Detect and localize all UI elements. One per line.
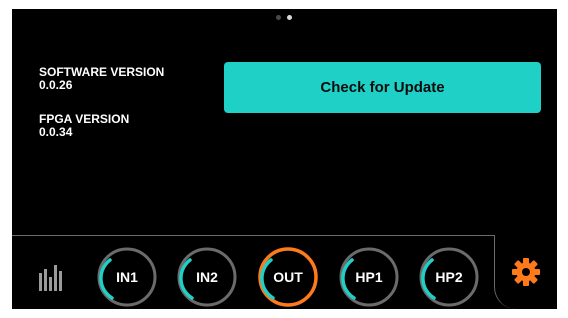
- knob-label-hp2: HP2: [435, 269, 463, 285]
- fpga-version-info: FPGA VERSION 0.0.34: [39, 113, 129, 139]
- knob-hp2[interactable]: HP2: [418, 246, 480, 308]
- knob-out[interactable]: OUT: [257, 246, 319, 308]
- knob-label-in1: IN1: [116, 269, 138, 285]
- settings-tab[interactable]: [494, 235, 557, 309]
- level-meter-button[interactable]: [38, 265, 66, 291]
- bottom-navigation-bar: IN1 IN2 OUT HP1 HP2: [12, 235, 557, 309]
- bottom-bar-divider: [12, 235, 494, 236]
- knob-in1[interactable]: IN1: [96, 246, 158, 308]
- knob-label-in2: IN2: [196, 269, 218, 285]
- page-dot-1[interactable]: [276, 15, 281, 20]
- software-version-value: 0.0.26: [39, 78, 73, 92]
- knob-label-hp1: HP1: [355, 269, 383, 285]
- software-version-info: SOFTWARE VERSION 0.0.26: [39, 66, 164, 92]
- page-dot-2[interactable]: [287, 15, 292, 20]
- fpga-version-value: 0.0.34: [39, 125, 73, 139]
- page-indicator: [276, 15, 292, 20]
- knob-label-out: OUT: [273, 269, 303, 285]
- level-meter-icon: [39, 265, 62, 291]
- device-screen: SOFTWARE VERSION 0.0.26 FPGA VERSION 0.0…: [12, 9, 557, 309]
- knob-in2[interactable]: IN2: [176, 246, 238, 308]
- check-for-update-button[interactable]: Check for Update: [224, 62, 541, 113]
- gear-icon: [512, 258, 540, 286]
- knob-hp1[interactable]: HP1: [338, 246, 400, 308]
